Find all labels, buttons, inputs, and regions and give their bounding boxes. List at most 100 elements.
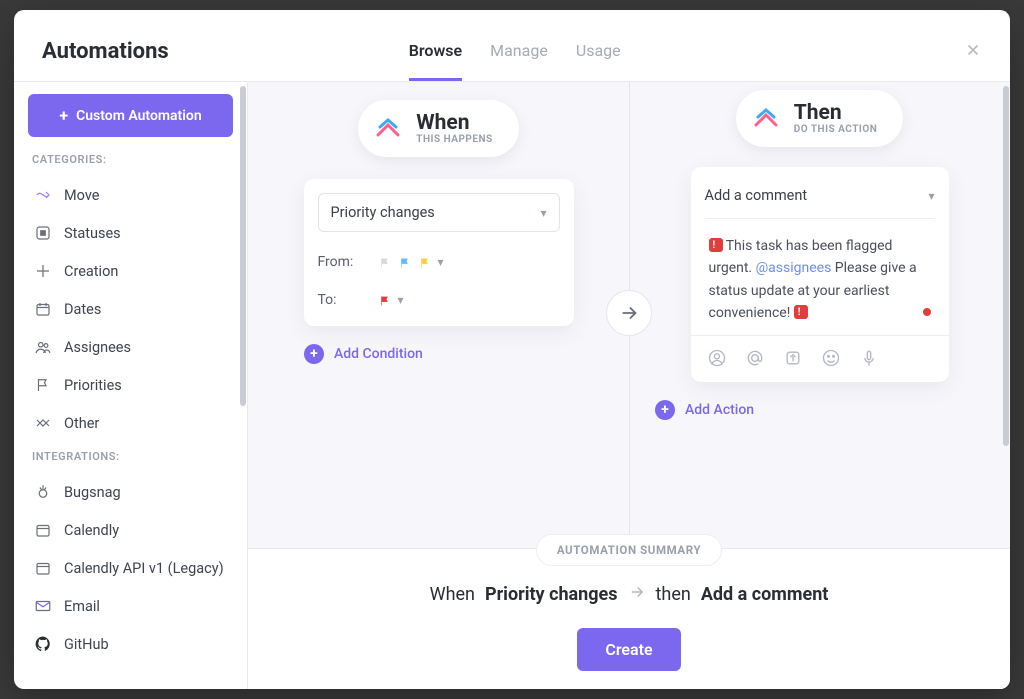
calendly-legacy-icon — [34, 559, 52, 577]
calendly-icon — [34, 521, 52, 539]
add-condition-label: Add Condition — [334, 346, 423, 362]
plus-icon: + — [59, 106, 68, 125]
trigger-select[interactable]: Priority changes ▾ — [318, 193, 560, 232]
to-priority-picker[interactable]: ▾ — [378, 293, 404, 307]
flag-icon — [34, 376, 52, 394]
add-action-button[interactable]: + Add Action — [655, 400, 754, 420]
creation-icon — [34, 262, 52, 280]
create-button[interactable]: Create — [577, 628, 680, 671]
sidebar-scroll-thumb[interactable] — [240, 86, 246, 406]
then-column: Then DO THIS ACTION Add a comment ▾ This… — [629, 82, 1010, 548]
to-label: To: — [318, 292, 364, 308]
sidebar-item-label: Priorities — [64, 377, 122, 394]
sidebar-item-calendly[interactable]: Calendly — [28, 511, 233, 549]
add-condition-button[interactable]: + Add Condition — [304, 344, 423, 364]
bugsnag-icon — [34, 483, 52, 501]
mention-button[interactable] — [745, 348, 765, 368]
action-select-value: Add a comment — [705, 187, 808, 204]
tab-browse[interactable]: Browse — [409, 41, 462, 81]
move-icon — [34, 186, 52, 204]
sidebar-item-priorities[interactable]: Priorities — [28, 366, 233, 404]
sidebar-item-github[interactable]: GitHub — [28, 625, 233, 663]
when-title: When — [416, 112, 492, 134]
voice-button[interactable] — [859, 348, 879, 368]
sidebar-item-statuses[interactable]: Statuses — [28, 214, 233, 252]
sidebar-item-label: Other — [64, 415, 99, 432]
from-row: From: ▾ — [318, 254, 560, 270]
tab-usage[interactable]: Usage — [576, 41, 621, 81]
sidebar-item-label: Bugsnag — [64, 484, 121, 501]
slash-command-button[interactable] — [783, 348, 803, 368]
automation-summary-label: AUTOMATION SUMMARY — [536, 534, 722, 566]
sidebar-item-label: Assignees — [64, 339, 131, 356]
canvas-scrollbar[interactable] — [1002, 82, 1010, 548]
action-select[interactable]: Add a comment ▾ — [705, 181, 935, 219]
summary-then-prefix: then — [656, 584, 691, 605]
sidebar-item-email[interactable]: Email — [28, 587, 233, 625]
flow-arrow — [606, 290, 652, 336]
recording-indicator-icon — [923, 308, 931, 316]
summary-when-value: Priority changes — [485, 584, 618, 605]
plus-badge-icon: + — [655, 400, 675, 420]
other-icon — [34, 414, 52, 432]
sidebar-item-assignees[interactable]: Assignees — [28, 328, 233, 366]
sidebar: + Custom Automation CATEGORIES: Move Sta… — [14, 82, 248, 689]
sidebar-item-creation[interactable]: Creation — [28, 252, 233, 290]
sidebar-item-label: GitHub — [64, 636, 109, 653]
when-column: When THIS HAPPENS Priority changes ▾ Fro… — [248, 82, 629, 548]
sidebar-item-other[interactable]: Other — [28, 404, 233, 442]
when-card: Priority changes ▾ From: ▾ — [304, 179, 574, 326]
clickup-logo-icon — [750, 103, 782, 135]
priority-flag-red[interactable] — [378, 293, 392, 307]
arrow-right-icon — [628, 583, 646, 606]
sidebar-item-bugsnag[interactable]: Bugsnag — [28, 473, 233, 511]
when-header: When THIS HAPPENS — [358, 100, 518, 157]
priority-flag-blue[interactable] — [398, 255, 412, 269]
status-icon — [34, 224, 52, 242]
comment-editor[interactable]: This task has been flagged urgent. @assi… — [691, 219, 949, 335]
custom-automation-button[interactable]: + Custom Automation — [28, 94, 233, 137]
categories-heading: CATEGORIES: — [32, 153, 229, 166]
comment-mention[interactable]: @assignees — [756, 260, 832, 276]
builder-canvas: When THIS HAPPENS Priority changes ▾ Fro… — [248, 82, 1010, 548]
trigger-select-value: Priority changes — [331, 204, 435, 221]
modal-body: + Custom Automation CATEGORIES: Move Sta… — [14, 82, 1010, 689]
chevron-down-icon: ▾ — [438, 255, 444, 269]
close-button[interactable] — [964, 40, 982, 64]
canvas-scroll-thumb[interactable] — [1003, 86, 1009, 446]
assign-comment-button[interactable] — [707, 348, 727, 368]
when-subtitle: THIS HAPPENS — [416, 134, 492, 145]
builder-footer: AUTOMATION SUMMARY When Priority changes… — [248, 548, 1010, 689]
sidebar-item-label: Email — [64, 598, 100, 615]
then-subtitle: DO THIS ACTION — [794, 124, 878, 135]
sidebar-item-dates[interactable]: Dates — [28, 290, 233, 328]
tab-manage[interactable]: Manage — [490, 41, 548, 81]
alert-emoji-icon — [794, 305, 808, 319]
priority-flag-yellow[interactable] — [418, 255, 432, 269]
email-icon — [34, 597, 52, 615]
close-icon — [964, 41, 982, 59]
builder-area: When THIS HAPPENS Priority changes ▾ Fro… — [248, 82, 1010, 689]
to-row: To: ▾ — [318, 292, 560, 308]
priority-flag-none[interactable] — [378, 255, 392, 269]
arrow-right-icon — [618, 302, 640, 324]
header-tabs: Browse Manage Usage — [409, 22, 621, 81]
sidebar-item-label: Calendly — [64, 522, 119, 539]
alert-emoji-icon — [709, 238, 723, 252]
sidebar-item-move[interactable]: Move — [28, 176, 233, 214]
sidebar-scrollbar[interactable] — [239, 82, 247, 689]
then-card: Add a comment ▾ This task has been flagg… — [691, 167, 949, 382]
custom-automation-label: Custom Automation — [76, 108, 202, 124]
chevron-down-icon: ▾ — [398, 293, 404, 307]
integrations-heading: INTEGRATIONS: — [32, 450, 229, 463]
add-action-label: Add Action — [685, 402, 754, 418]
sidebar-item-calendly-legacy[interactable]: Calendly API v1 (Legacy) — [28, 549, 233, 587]
sidebar-item-label: Creation — [64, 263, 118, 280]
summary-when-prefix: When — [430, 584, 475, 605]
assignees-icon — [34, 338, 52, 356]
from-label: From: — [318, 254, 364, 270]
emoji-button[interactable] — [821, 348, 841, 368]
plus-badge-icon: + — [304, 344, 324, 364]
sidebar-item-label: Statuses — [64, 225, 121, 242]
from-priority-picker[interactable]: ▾ — [378, 255, 444, 269]
